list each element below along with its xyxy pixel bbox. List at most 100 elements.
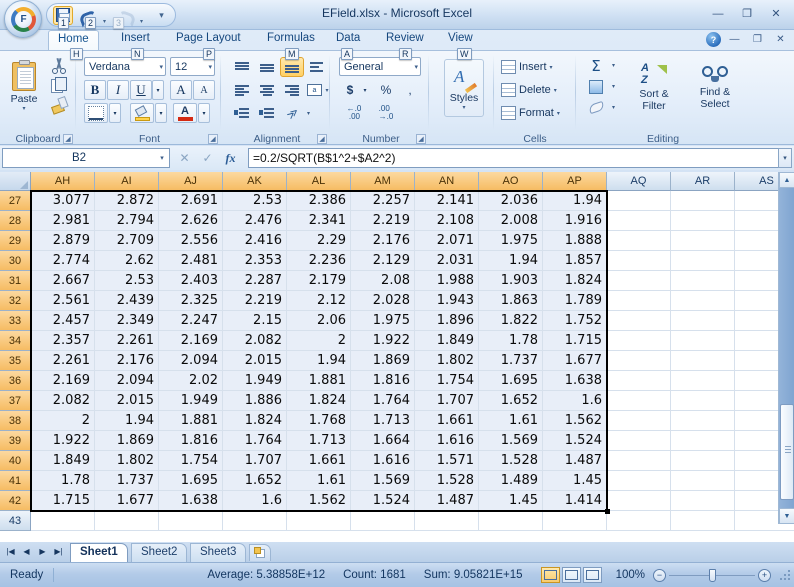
borders-dropdown[interactable]: ▾ — [109, 103, 121, 123]
clear-button[interactable] — [584, 98, 608, 117]
cell-AO36[interactable]: 1.695 — [479, 371, 543, 391]
cell-AH43[interactable] — [31, 511, 95, 531]
wrap-text-button[interactable] — [306, 57, 328, 77]
cell-AP43[interactable] — [543, 511, 607, 531]
column-header-AQ[interactable]: AQ — [607, 172, 671, 191]
last-sheet-button[interactable]: ▶| — [51, 544, 66, 559]
cell-AK27[interactable]: 2.53 — [223, 191, 287, 211]
zoom-in-button[interactable]: + — [758, 568, 771, 582]
cell-AM41[interactable]: 1.569 — [351, 471, 415, 491]
clear-dropdown[interactable]: ▾ — [608, 98, 619, 117]
cell-AL27[interactable]: 2.386 — [287, 191, 351, 211]
merge-center-button[interactable]: a — [306, 80, 323, 100]
cell-AL38[interactable]: 1.768 — [287, 411, 351, 431]
cell-AM33[interactable]: 1.975 — [351, 311, 415, 331]
cell-AN31[interactable]: 1.988 — [415, 271, 479, 291]
cell-AP27[interactable]: 1.94 — [543, 191, 607, 211]
column-header-AI[interactable]: AI — [95, 172, 159, 191]
cell-AR34[interactable] — [671, 331, 735, 351]
cell-AQ31[interactable] — [607, 271, 671, 291]
align-left-button[interactable] — [230, 80, 254, 100]
restore-button[interactable]: ❐ — [734, 5, 760, 22]
cell-AR37[interactable] — [671, 391, 735, 411]
cell-AQ27[interactable] — [607, 191, 671, 211]
cell-AP30[interactable]: 1.857 — [543, 251, 607, 271]
cell-AO28[interactable]: 2.008 — [479, 211, 543, 231]
cell-AL35[interactable]: 1.94 — [287, 351, 351, 371]
row-header-39[interactable]: 39 — [0, 431, 31, 451]
cell-AP35[interactable]: 1.677 — [543, 351, 607, 371]
cell-AR36[interactable] — [671, 371, 735, 391]
row-header-31[interactable]: 31 — [0, 271, 31, 291]
name-box[interactable]: B2 ▾ — [2, 148, 170, 168]
cell-AN36[interactable]: 1.754 — [415, 371, 479, 391]
cell-AN30[interactable]: 2.031 — [415, 251, 479, 271]
cell-AH29[interactable]: 2.879 — [31, 231, 95, 251]
cell-AP41[interactable]: 1.45 — [543, 471, 607, 491]
insert-dropdown-arrow[interactable]: ▾ — [550, 64, 553, 71]
insert-cells-button[interactable]: Insert ▾ — [498, 57, 572, 77]
cell-AP37[interactable]: 1.6 — [543, 391, 607, 411]
cell-AH42[interactable]: 1.715 — [31, 491, 95, 511]
cell-AI35[interactable]: 2.176 — [95, 351, 159, 371]
cell-AI41[interactable]: 1.737 — [95, 471, 159, 491]
cell-AJ41[interactable]: 1.695 — [159, 471, 223, 491]
zoom-out-button[interactable]: − — [653, 568, 666, 582]
cell-AQ35[interactable] — [607, 351, 671, 371]
clipboard-dialog-launcher[interactable]: ◢ — [63, 134, 73, 144]
fill-color-button[interactable] — [130, 103, 154, 123]
cell-AH31[interactable]: 2.667 — [31, 271, 95, 291]
cell-AN37[interactable]: 1.707 — [415, 391, 479, 411]
zoom-track[interactable] — [669, 568, 755, 582]
orientation-button[interactable]: ≫ — [282, 103, 304, 123]
cell-AK30[interactable]: 2.353 — [223, 251, 287, 271]
align-middle-button[interactable] — [255, 57, 279, 77]
cell-AQ33[interactable] — [607, 311, 671, 331]
cell-AM42[interactable]: 1.524 — [351, 491, 415, 511]
cancel-formula-button[interactable]: ✕ — [174, 149, 195, 168]
scroll-down-button[interactable]: ▼ — [779, 508, 794, 524]
page-break-preview-button[interactable] — [582, 567, 602, 583]
cell-AR29[interactable] — [671, 231, 735, 251]
cell-AJ32[interactable]: 2.325 — [159, 291, 223, 311]
cell-AH39[interactable]: 1.922 — [31, 431, 95, 451]
cell-AK34[interactable]: 2.082 — [223, 331, 287, 351]
increase-decimal-button[interactable]: ←.0 .00 — [339, 103, 369, 123]
row-header-27[interactable]: 27 — [0, 191, 31, 211]
tab-formulas[interactable]: Formulas — [258, 30, 324, 50]
cell-AM35[interactable]: 1.869 — [351, 351, 415, 371]
fill-button[interactable] — [584, 77, 608, 96]
cell-AI37[interactable]: 2.015 — [95, 391, 159, 411]
number-dialog-launcher[interactable]: ◢ — [416, 134, 426, 144]
tab-review[interactable]: Review — [377, 30, 433, 50]
increase-indent-button[interactable] — [255, 103, 279, 123]
normal-view-button[interactable] — [540, 567, 560, 583]
comma-style-button[interactable]: , — [399, 80, 421, 100]
cell-AO33[interactable]: 1.822 — [479, 311, 543, 331]
tab-view[interactable]: View — [439, 30, 482, 50]
format-painter-button[interactable] — [48, 95, 70, 113]
percent-button[interactable]: % — [375, 80, 397, 100]
cell-AP29[interactable]: 1.888 — [543, 231, 607, 251]
cell-AI42[interactable]: 1.677 — [95, 491, 159, 511]
select-all-button[interactable] — [0, 172, 31, 191]
cell-AN32[interactable]: 1.943 — [415, 291, 479, 311]
cell-AP32[interactable]: 1.789 — [543, 291, 607, 311]
cell-AH41[interactable]: 1.78 — [31, 471, 95, 491]
cell-AQ40[interactable] — [607, 451, 671, 471]
cell-AP31[interactable]: 1.824 — [543, 271, 607, 291]
shrink-font-button[interactable]: A — [193, 80, 215, 100]
bold-button[interactable]: B — [84, 80, 106, 100]
align-top-button[interactable] — [230, 57, 254, 77]
paste-button[interactable]: Paste ▾ — [4, 57, 44, 115]
row-header-40[interactable]: 40 — [0, 451, 31, 471]
cell-AR35[interactable] — [671, 351, 735, 371]
cell-AK38[interactable]: 1.824 — [223, 411, 287, 431]
row-header-33[interactable]: 33 — [0, 311, 31, 331]
cell-AJ42[interactable]: 1.638 — [159, 491, 223, 511]
enter-formula-button[interactable]: ✓ — [197, 149, 218, 168]
cell-AJ29[interactable]: 2.556 — [159, 231, 223, 251]
prev-sheet-button[interactable]: ◀ — [19, 544, 34, 559]
cell-AM32[interactable]: 2.028 — [351, 291, 415, 311]
row-header-34[interactable]: 34 — [0, 331, 31, 351]
